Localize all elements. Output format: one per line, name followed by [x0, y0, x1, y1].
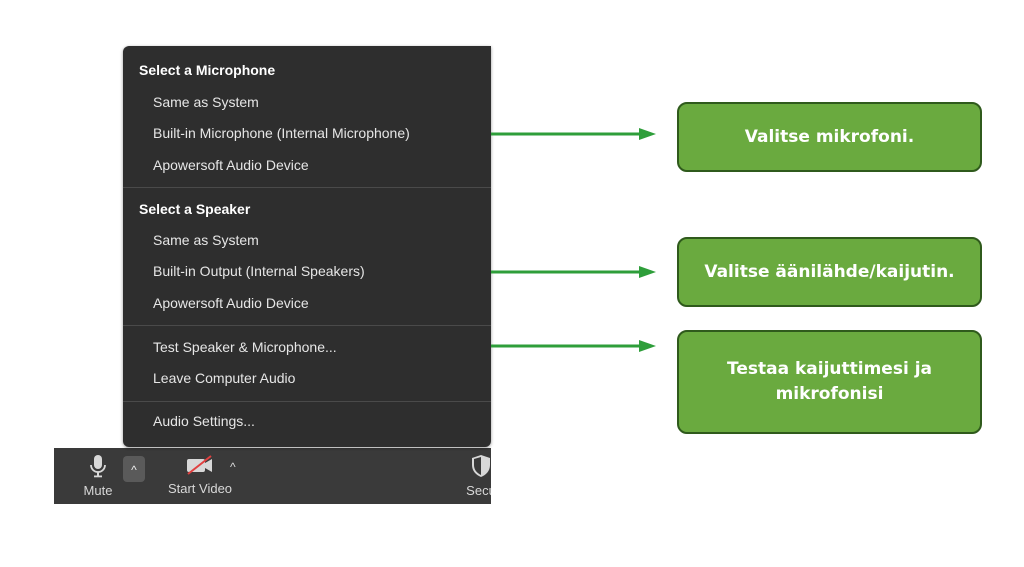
start-video-label: Start Video — [167, 481, 233, 496]
leave-computer-audio[interactable]: Leave Computer Audio — [153, 370, 295, 386]
video-options-caret[interactable]: ^ — [230, 460, 236, 474]
audio-options-caret[interactable]: ^ — [123, 456, 145, 482]
audio-settings[interactable]: Audio Settings... — [153, 413, 255, 429]
speaker-header: Select a Speaker — [139, 201, 251, 217]
test-speaker-microphone[interactable]: Test Speaker & Microphone... — [153, 339, 337, 355]
start-video-button[interactable]: Start Video — [160, 454, 240, 496]
mic-option-apowersoft[interactable]: Apowersoft Audio Device — [153, 157, 309, 173]
speaker-option-apowersoft[interactable]: Apowersoft Audio Device — [153, 295, 309, 311]
menu-divider — [123, 325, 491, 326]
microphone-icon — [90, 455, 106, 478]
security-label: Secu — [466, 483, 491, 498]
menu-divider — [123, 401, 491, 402]
audio-menu: Select a Microphone Same as System Built… — [123, 46, 491, 447]
arrow-to-speaker-callout — [491, 265, 656, 279]
meeting-toolbar: Mute ^ Start Video ^ Secu — [54, 448, 491, 504]
menu-divider — [123, 187, 491, 188]
mic-option-built-in[interactable]: Built-in Microphone (Internal Microphone… — [153, 125, 410, 141]
mute-label: Mute — [83, 483, 113, 498]
speaker-option-same-as-system[interactable]: Same as System — [153, 232, 259, 248]
callout-test-audio: Testaa kaijuttimesi ja mikrofonisi — [677, 330, 982, 434]
shield-icon — [472, 455, 490, 477]
speaker-option-built-in[interactable]: Built-in Output (Internal Speakers) — [153, 263, 365, 279]
security-button[interactable]: Secu — [456, 454, 491, 498]
arrow-to-test-callout — [491, 339, 656, 353]
video-off-icon — [187, 455, 212, 475]
callout-select-speaker: Valitse äänilähde/kaijutin. — [677, 237, 982, 307]
callout-select-microphone: Valitse mikrofoni. — [677, 102, 982, 172]
mic-option-same-as-system[interactable]: Same as System — [153, 94, 259, 110]
arrow-to-microphone-callout — [491, 127, 656, 141]
microphone-header: Select a Microphone — [139, 62, 276, 78]
mute-button[interactable]: Mute — [76, 454, 120, 498]
